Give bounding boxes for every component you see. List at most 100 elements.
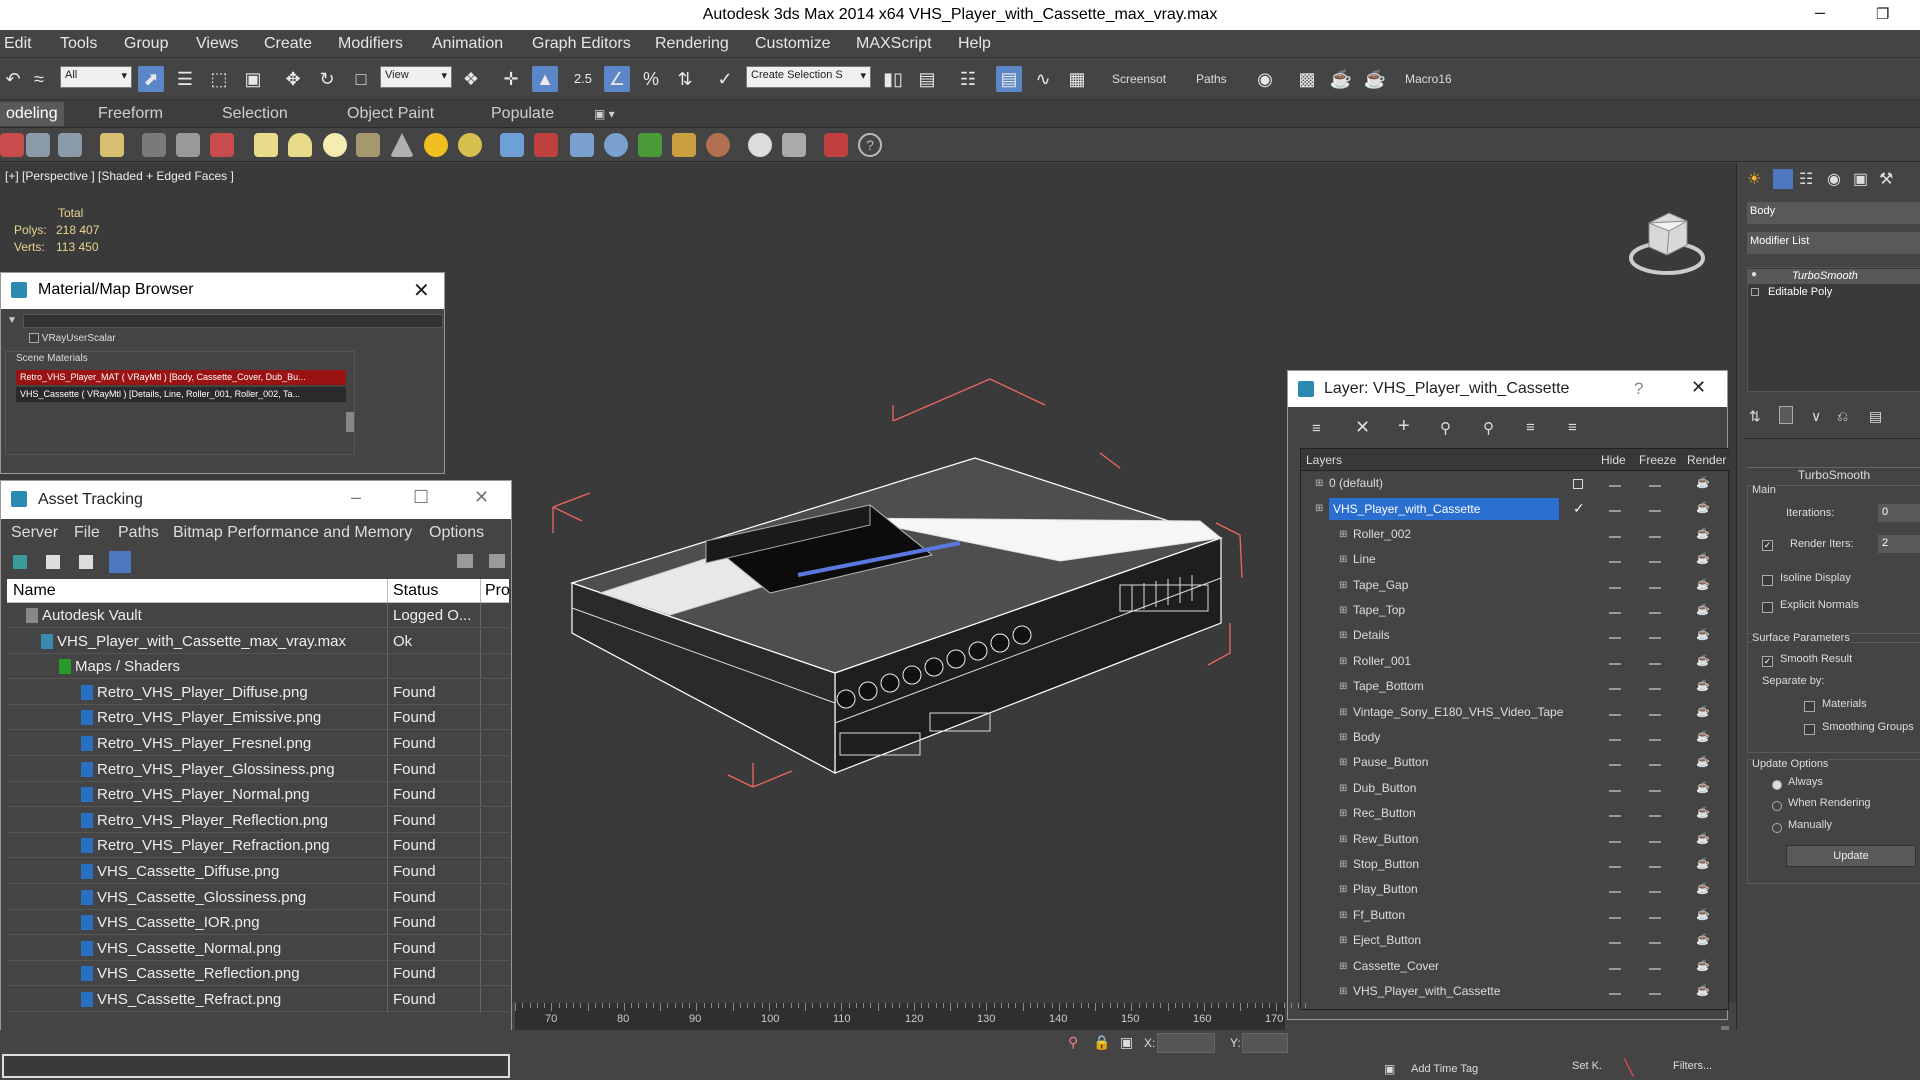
minimize-icon[interactable]: – [1815, 2, 1825, 23]
hide-toggle-icon[interactable] [1609, 662, 1621, 665]
tab-selection[interactable]: Selection [222, 105, 288, 123]
menu-create[interactable]: Create [264, 35, 312, 53]
freeze-toggle-icon[interactable] [1649, 535, 1661, 538]
layer-row[interactable]: ⊞ Ff_Button ☕ [1301, 903, 1730, 928]
render-toggle-icon[interactable]: ☕ [1696, 522, 1710, 547]
select-object-icon[interactable]: ⬈ [138, 66, 164, 92]
layer-row[interactable]: ⊞ Tape_Bottom ☕ [1301, 674, 1730, 699]
make-unique-icon[interactable]: ∨ [1811, 408, 1821, 425]
paths-label[interactable]: Paths [1196, 72, 1227, 86]
menu-modifiers[interactable]: Modifiers [338, 35, 403, 53]
smoothing-groups-checkbox[interactable] [1804, 722, 1815, 736]
asset-row[interactable]: Autodesk Vault Logged O... [7, 603, 509, 628]
menu-views[interactable]: Views [196, 35, 238, 53]
plane-icon[interactable] [254, 133, 278, 157]
menu-graph-editors[interactable]: Graph Editors [532, 35, 631, 53]
create-layer-icon[interactable]: ≡ [1312, 420, 1321, 437]
asset-row[interactable]: Retro_VHS_Player_Emissive.png Found [7, 705, 509, 731]
hair-icon[interactable] [672, 133, 696, 157]
hierarchy-tab-icon[interactable]: ☷ [1799, 169, 1813, 189]
hide-toggle-icon[interactable] [1609, 688, 1621, 691]
plant-icon[interactable] [638, 133, 662, 157]
render-toggle-icon[interactable]: ☕ [1696, 700, 1710, 725]
hide-toggle-icon[interactable] [1609, 993, 1621, 995]
hide-toggle-icon[interactable] [1609, 586, 1621, 589]
checker-icon[interactable] [782, 133, 806, 157]
freeze-toggle-icon[interactable] [1649, 815, 1661, 818]
keyboard-shortcut-icon[interactable]: ▲ [532, 66, 558, 92]
freeze-toggle-icon[interactable] [1649, 662, 1661, 665]
selection-filter-dropdown[interactable]: All ▾ [60, 66, 132, 88]
asset-row[interactable]: VHS_Player_with_Cassette_max_vray.max Ok [7, 628, 509, 654]
dome-light-icon[interactable] [288, 133, 312, 157]
render-setup-icon[interactable]: ▩ [1294, 66, 1320, 92]
hide-toggle-icon[interactable] [1609, 535, 1621, 538]
object-name-field[interactable]: Body [1747, 202, 1920, 224]
snap-toggle-icon[interactable]: 2.5 [570, 66, 596, 92]
hide-all-icon[interactable]: ≡ [1526, 419, 1535, 436]
add-to-layer-icon[interactable]: + [1398, 415, 1410, 438]
tab-modeling[interactable]: odeling [0, 102, 64, 126]
align-icon[interactable]: ▤ [914, 66, 940, 92]
asset-row[interactable]: VHS_Cassette_Normal.png Found [7, 935, 509, 961]
hide-toggle-icon[interactable] [1609, 510, 1621, 513]
material-item[interactable]: VRayUserScalar [29, 333, 116, 344]
rollout-header-turbosmooth[interactable]: TurboSmooth [1747, 467, 1920, 485]
minimize-icon[interactable]: – [351, 487, 361, 508]
menu-paths[interactable]: Paths [118, 524, 159, 542]
column-name[interactable]: Name [13, 582, 56, 600]
layer-row[interactable]: ⊞ VHS_Player_with_Cassette ✓ ☕ [1301, 496, 1730, 521]
layer-row[interactable]: ⊞ Roller_001 ☕ [1301, 649, 1730, 674]
hide-toggle-icon[interactable] [1609, 891, 1621, 894]
material-row[interactable]: Retro_VHS_Player_MAT ( VRayMtl ) [Body, … [16, 370, 346, 385]
layer-row[interactable]: ⊞ Line ☕ [1301, 547, 1730, 572]
render-toggle-icon[interactable]: ☕ [1696, 598, 1710, 623]
render-toggle-icon[interactable]: ☕ [1696, 623, 1710, 648]
displacement-icon[interactable] [570, 133, 594, 157]
pivot-icon[interactable]: ❖ [458, 66, 484, 92]
hide-toggle-icon[interactable] [1609, 815, 1621, 818]
key-icon[interactable]: ╲ [1624, 1058, 1634, 1078]
hide-toggle-icon[interactable] [1609, 866, 1621, 868]
asset-row[interactable]: VHS_Cassette_Refract.png Found [7, 987, 509, 1012]
render-toggle-icon[interactable]: ☕ [1696, 928, 1710, 953]
wood-icon[interactable] [706, 133, 730, 157]
maximize-icon[interactable]: ❐ [1876, 5, 1889, 23]
select-objects-icon[interactable]: ⚲ [1440, 419, 1451, 437]
freeze-toggle-icon[interactable] [1649, 713, 1661, 716]
rotate-icon[interactable]: ↻ [314, 66, 340, 92]
box-icon[interactable] [0, 133, 24, 157]
utilities-tab-icon[interactable]: ⚒ [1879, 169, 1893, 189]
render-toggle-icon[interactable]: ☕ [1696, 877, 1710, 902]
lightbulb-icon[interactable]: ● [1751, 269, 1757, 280]
help-icon[interactable]: ? [1634, 379, 1643, 399]
render-toggle-icon[interactable]: ☕ [1696, 573, 1710, 598]
render-toggle-icon[interactable]: ☕ [1696, 547, 1710, 572]
named-selection-dropdown[interactable]: Create Selection S ▾ [746, 66, 871, 88]
menu-rendering[interactable]: Rendering [655, 35, 729, 53]
layer-row[interactable]: ⊞ Tape_Gap ☕ [1301, 573, 1730, 598]
render-iters-spinner[interactable]: 2 [1878, 535, 1920, 553]
viewcube[interactable] [1625, 203, 1710, 278]
asset-row[interactable]: VHS_Cassette_IOR.png Found [7, 910, 509, 936]
physical-camera-icon[interactable] [604, 133, 628, 157]
set-key-label[interactable]: Set K. [1572, 1060, 1602, 1072]
menu-tools[interactable]: Tools [60, 35, 97, 53]
select-by-name-icon[interactable]: ☰ [172, 66, 198, 92]
create-tab-icon[interactable]: ☀ [1747, 169, 1761, 189]
sphere-light-icon[interactable] [323, 133, 347, 157]
asset-row[interactable]: Retro_VHS_Player_Diffuse.png Found [7, 679, 509, 705]
menu-server[interactable]: Server [11, 524, 58, 542]
x-coordinate-field[interactable] [1157, 1033, 1215, 1053]
viewport-label[interactable]: [+] [Perspective ] [Shaded + Edged Faces… [5, 169, 234, 183]
render-toggle-icon[interactable]: ☕ [1696, 750, 1710, 775]
y-coordinate-field[interactable] [1242, 1033, 1288, 1053]
menu-group[interactable]: Group [124, 35, 168, 53]
close-icon[interactable]: ✕ [413, 278, 430, 303]
close-icon[interactable]: ✕ [1691, 377, 1706, 398]
modifier-stack-item[interactable]: ● TurboSmooth [1748, 269, 1920, 284]
render-toggle-icon[interactable]: ☕ [1696, 954, 1710, 979]
list-icon[interactable] [26, 133, 50, 157]
column-render[interactable]: Render [1687, 453, 1726, 467]
hide-toggle-icon[interactable] [1609, 967, 1621, 970]
